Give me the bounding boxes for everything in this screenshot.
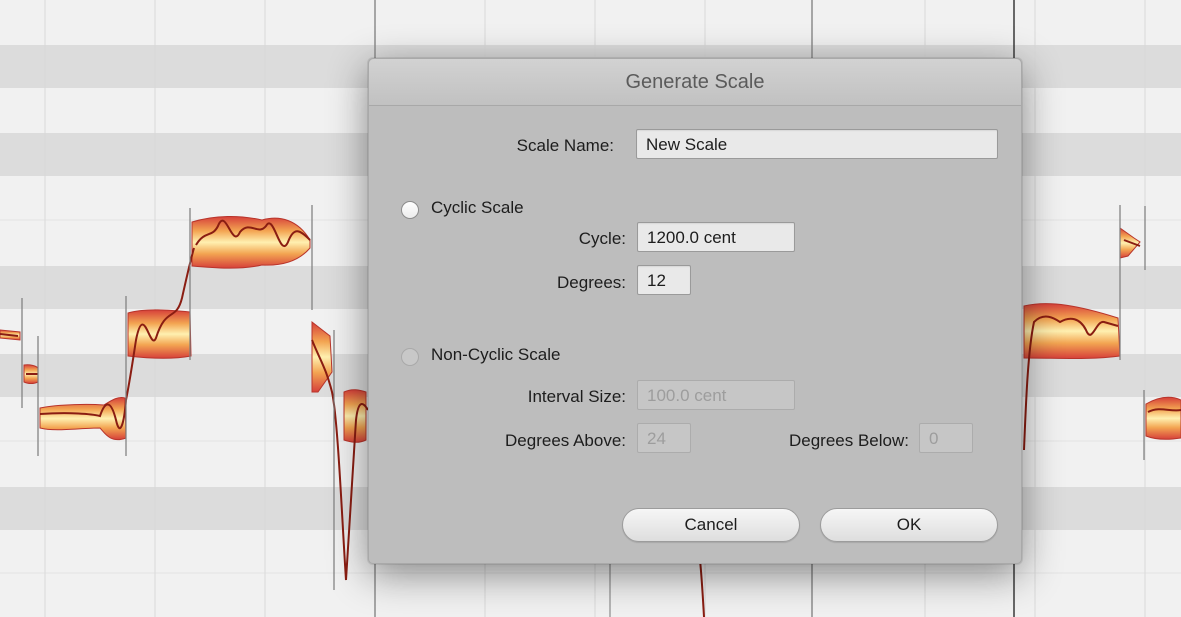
degrees-above-label: Degrees Above: bbox=[505, 431, 626, 450]
non-cyclic-scale-radio[interactable] bbox=[401, 348, 419, 366]
scale-name-label: Scale Name: bbox=[516, 136, 614, 155]
note-blob bbox=[191, 215, 311, 269]
cyclic-scale-label: Cyclic Scale bbox=[431, 198, 524, 217]
dialog-title: Generate Scale bbox=[625, 71, 765, 93]
cyclic-scale-radio[interactable] bbox=[401, 201, 419, 219]
degrees-below-label: Degrees Below: bbox=[788, 431, 909, 450]
scale-name-input[interactable]: New Scale bbox=[636, 129, 998, 159]
degrees-label: Degrees: bbox=[557, 273, 626, 292]
cycle-input[interactable]: 1200.0 cent bbox=[637, 222, 795, 252]
degrees-input[interactable]: 12 bbox=[637, 265, 691, 295]
degrees-below-input[interactable]: 0 bbox=[919, 423, 973, 453]
cancel-button[interactable]: Cancel bbox=[622, 508, 800, 542]
interval-size-label: Interval Size: bbox=[527, 387, 626, 406]
generate-scale-dialog: Generate Scale Scale Name: New Scale Cyc… bbox=[368, 58, 1022, 564]
degrees-above-input[interactable]: 24 bbox=[637, 423, 691, 453]
non-cyclic-scale-label: Non-Cyclic Scale bbox=[431, 345, 561, 364]
dialog-titlebar: Generate Scale bbox=[369, 59, 1021, 106]
interval-size-input[interactable]: 100.0 cent bbox=[637, 380, 795, 410]
cycle-label: Cycle: bbox=[578, 229, 626, 248]
note-blob bbox=[1145, 396, 1181, 440]
ok-button[interactable]: OK bbox=[820, 508, 998, 542]
